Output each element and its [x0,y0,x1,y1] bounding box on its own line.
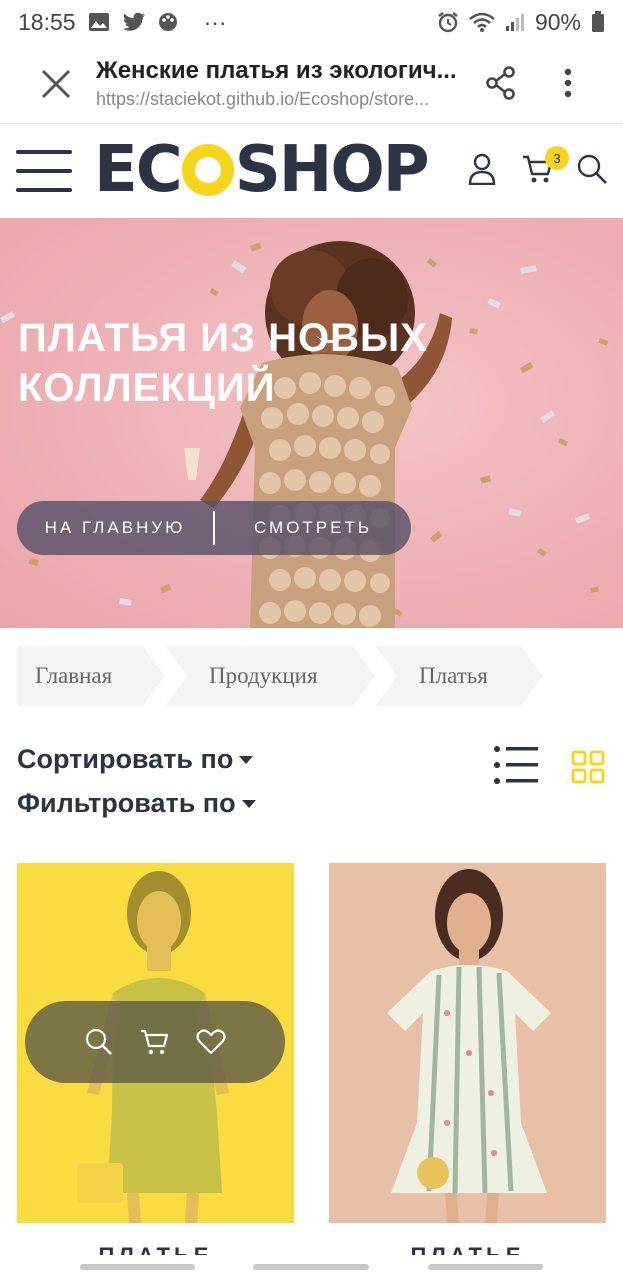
cart-icon [141,1029,169,1055]
home-button[interactable]: НА ГЛАВНУЮ [17,501,213,555]
twitter-icon [122,12,146,32]
caret-down-icon [241,799,256,808]
hero-title: ПЛАТЬЯ ИЗ НОВЫХ КОЛЛЕКЦИЙ [18,316,428,410]
view-button[interactable]: СМОТРЕТЬ [215,501,411,555]
user-icon [468,153,496,185]
product-name[interactable]: ПЛАТЬЕ [329,1243,606,1255]
share-button[interactable] [478,60,524,106]
account-button[interactable] [460,147,504,191]
nav-gesture-center[interactable] [253,1264,369,1270]
filter-label: Фильтровать по [17,788,236,818]
alarm-icon [437,11,459,33]
product-image [387,869,551,1223]
more-vert-icon [564,68,572,98]
hero-banner: ПЛАТЬЯ ИЗ НОВЫХ КОЛЛЕКЦИЙ НА ГЛАВНУЮ СМО… [0,218,623,628]
close-tab-button[interactable] [30,58,82,110]
gallery-icon [88,12,110,32]
hero-woman-image [0,241,609,628]
heart-icon [196,1029,226,1055]
quick-actions-bar [25,1001,285,1083]
breadcrumb-dresses: Платья [375,646,543,706]
site-header: EC SHOP [0,125,623,217]
ecoshop-logo[interactable]: EC SHOP [94,133,430,207]
add-to-cart-button[interactable] [139,1026,171,1058]
status-time: 18:55 [18,8,76,35]
page-title: Женские платья из экологич... [96,57,457,84]
status-bar: 18:55 ··· 90% [0,0,623,44]
signal-icon [505,12,525,32]
hero-button-group: НА ГЛАВНУЮ СМОТРЕТЬ [17,501,411,555]
menu-hamburger-icon[interactable] [16,147,72,195]
add-to-wishlist-button[interactable] [195,1026,227,1058]
logo-text-left: EC [94,133,183,207]
filter-dropdown[interactable]: Фильтровать по [17,788,256,819]
product-card[interactable] [329,863,606,1223]
product-card[interactable] [17,863,294,1223]
grid-view-button[interactable] [571,750,605,784]
breadcrumb-home[interactable]: Главная [17,646,165,706]
url-block[interactable]: Женские платья из экологич... https://st… [96,57,476,110]
search-button[interactable] [570,147,614,191]
list-view-button[interactable] [494,745,538,785]
wifi-icon [469,11,495,33]
battery-percent: 90% [534,8,581,35]
status-more: ··· [203,8,227,35]
breadcrumb-products[interactable]: Продукция [165,646,375,706]
logo-text-right: SHOP [234,133,430,207]
search-icon [85,1028,112,1055]
palette-icon [158,12,178,32]
nav-gesture-left [80,1264,195,1270]
nav-gesture-right [428,1264,543,1270]
cart-count-badge: 3 [545,146,569,170]
page-url: https://staciekot.github.io/Ecoshop/stor… [96,89,430,109]
custom-tab-toolbar: Женские платья из экологич... https://st… [0,44,623,124]
quick-view-button[interactable] [83,1026,115,1058]
close-icon [41,69,71,98]
search-icon [577,154,607,184]
share-icon [486,66,515,100]
logo-o-circle [181,144,234,196]
caret-down-icon [239,755,254,764]
grid-view-icon [571,750,605,784]
sort-dropdown[interactable]: Сортировать по [17,744,254,775]
product-name[interactable]: ПЛАТЬЕ [17,1243,294,1255]
battery-icon [591,11,605,33]
more-options-button[interactable] [548,60,588,106]
sort-label: Сортировать по [17,744,234,774]
list-view-icon [494,746,538,784]
